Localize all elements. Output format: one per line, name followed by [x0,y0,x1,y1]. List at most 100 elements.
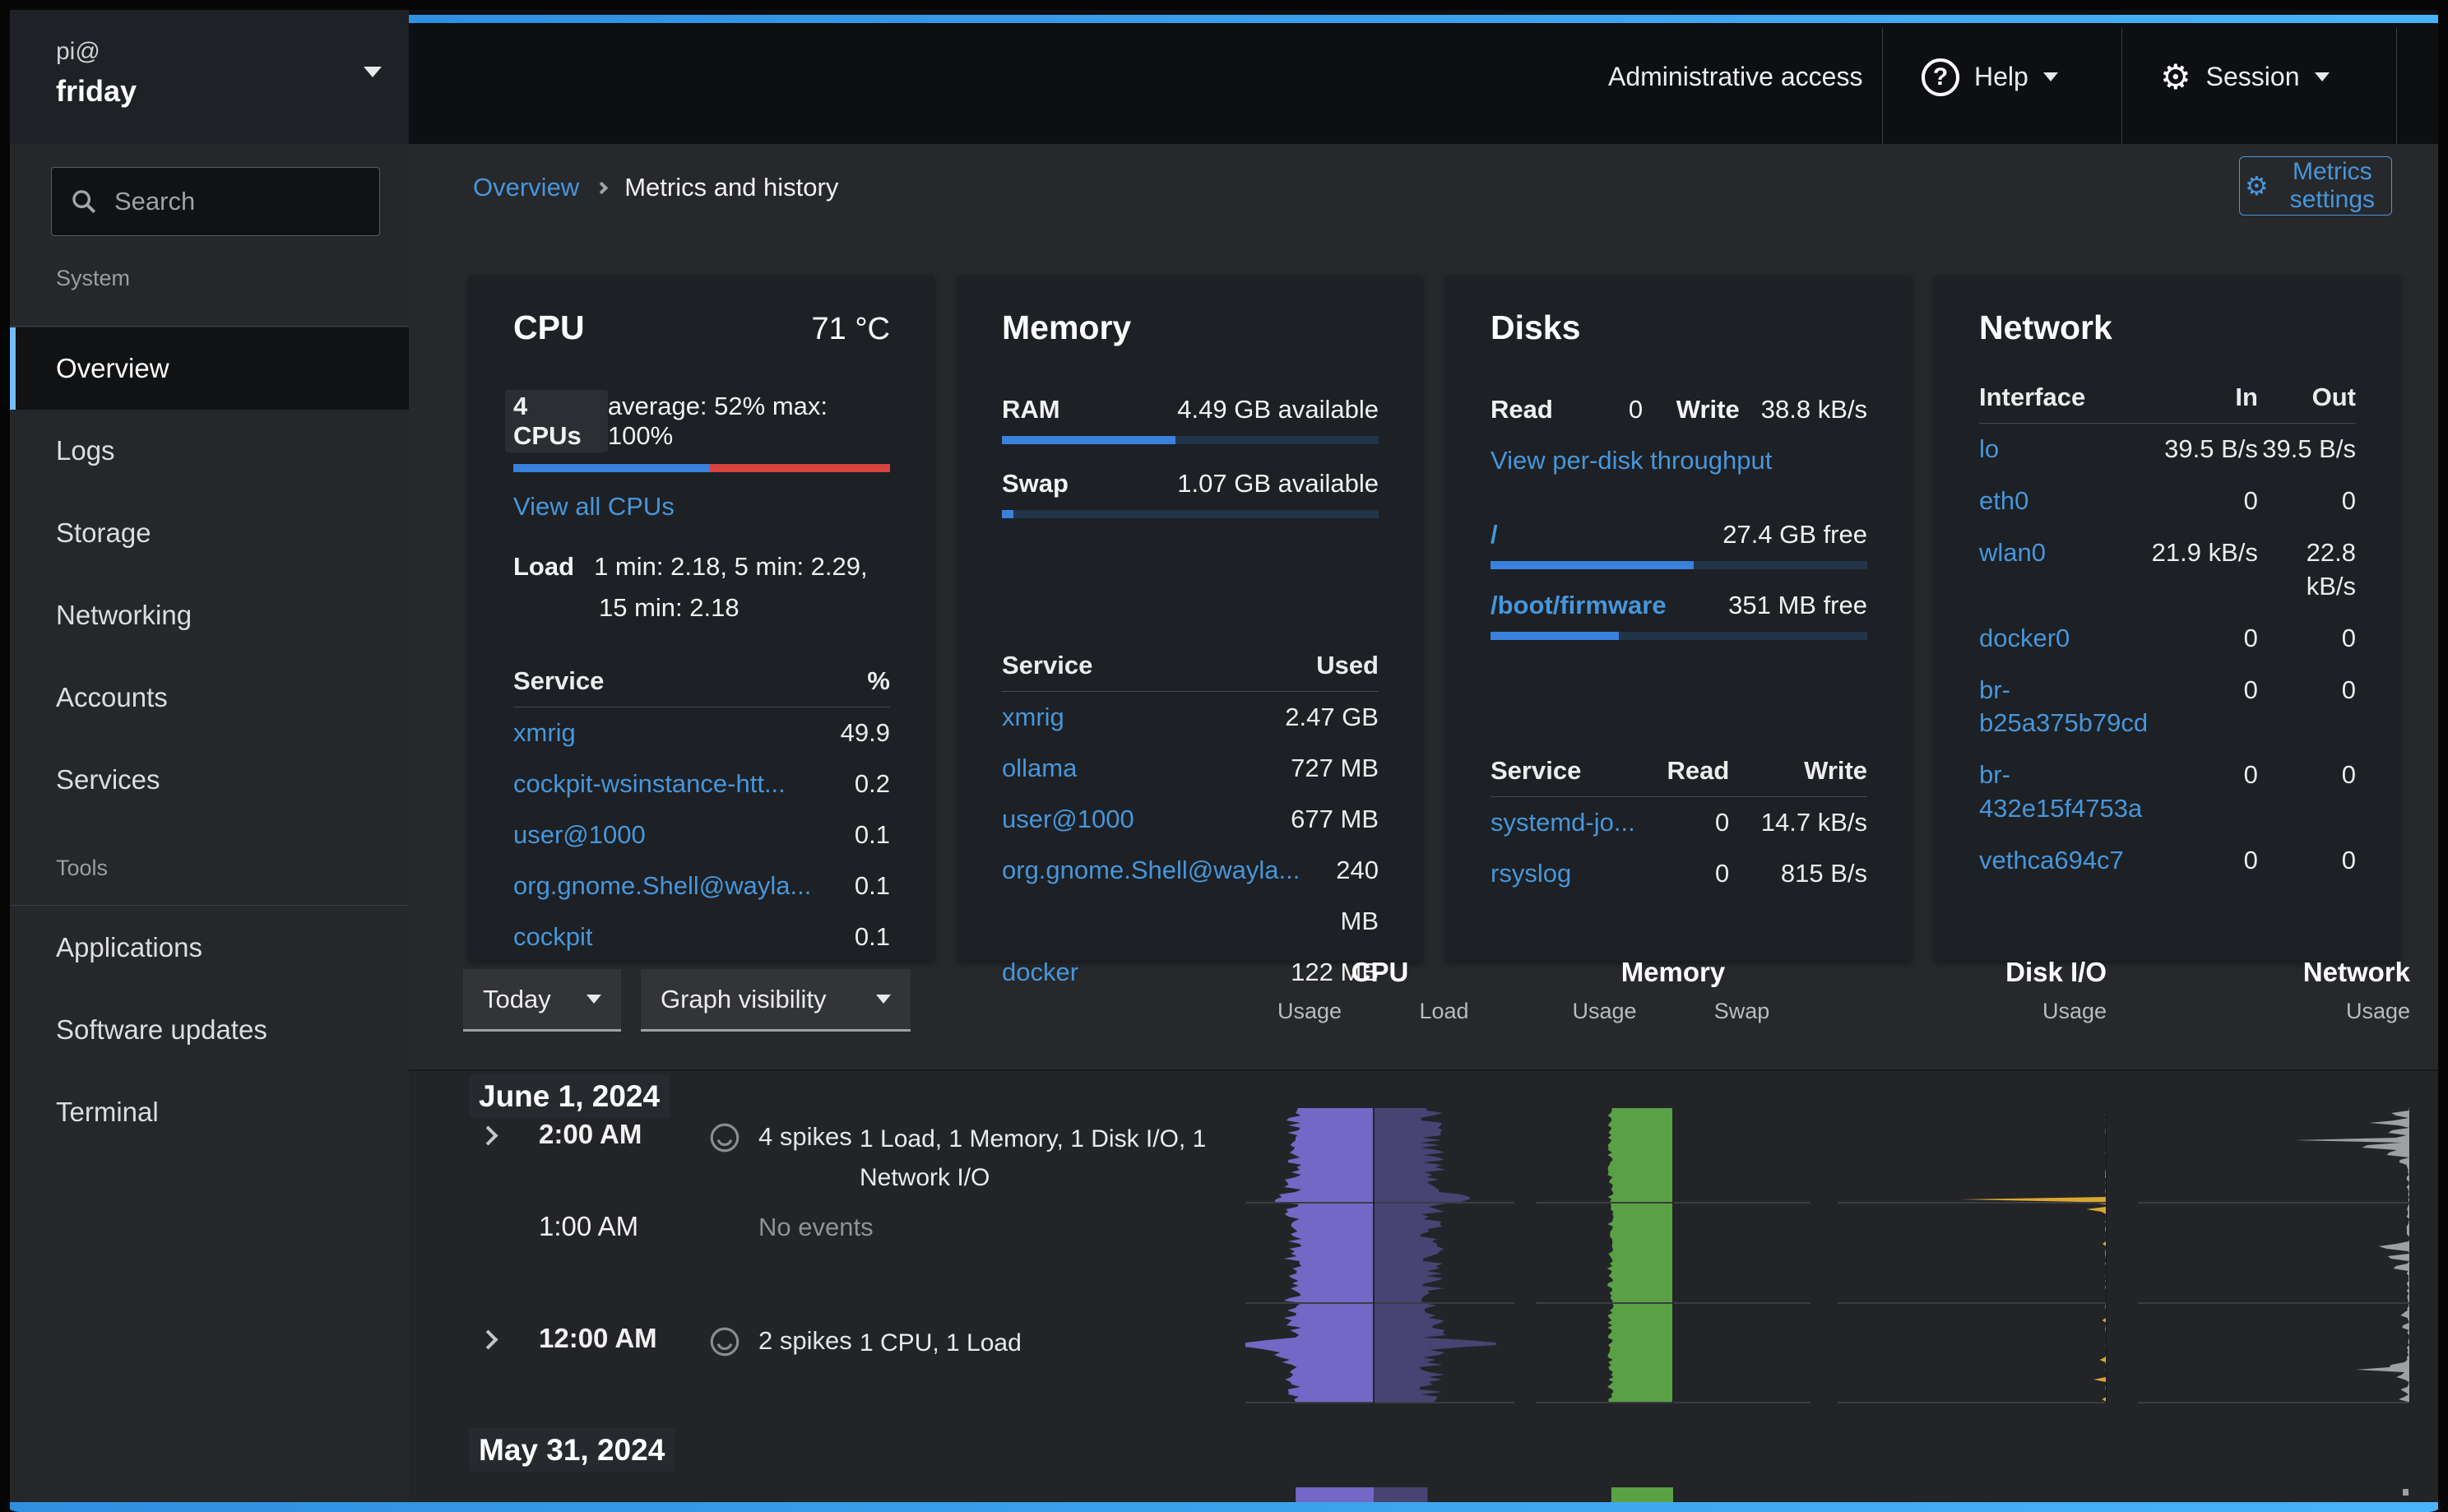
view-all-cpus-link[interactable]: View all CPUs [513,492,675,522]
cpu-service-table: Service% xmrig49.9 cockpit-wsinstance-ht… [513,656,890,962]
sidebar-item-logs[interactable]: Logs [10,410,409,492]
help-icon: ? [1922,58,1959,96]
event-time: 12:00 AM [539,1323,657,1354]
event-description: 1 CPU, 1 Load [860,1324,1226,1363]
memory-card: Memory RAM 4.49 GB available Swap 1.07 G… [957,276,1423,961]
cards-row: CPU 71 °C 4 CPUs average: 52% max: 100% … [469,276,2400,961]
table-row: rsyslog0815 B/s [1491,848,1867,899]
session-menu[interactable]: ⚙ Session [2160,10,2330,144]
service-link[interactable]: org.gnome.Shell@wayla... [1002,845,1300,896]
chevron-down-icon [876,995,891,1004]
event-badge: No events [758,1213,874,1242]
service-link[interactable]: cockpit [513,911,855,962]
per-disk-throughput-link[interactable]: View per-disk throughput [1491,446,1772,475]
sidebar-item-software-updates[interactable]: Software updates [10,989,409,1071]
graph-visibility-select[interactable]: Graph visibility [641,969,911,1032]
interface-link[interactable]: br-b25a375b79cd [1979,674,2149,741]
disks-service-table: ServiceReadWrite systemd-jo...014.7 kB/s… [1491,745,1867,899]
help-label: Help [1974,62,2028,92]
table-row: wlan021.9 kB/s22.8 kB/s [1979,527,2356,613]
expand-toggle[interactable] [481,1333,495,1351]
mount-root-link[interactable]: / [1491,520,1498,550]
breadcrumb: Overview Metrics and history [473,173,838,202]
table-row: systemd-jo...014.7 kB/s [1491,797,1867,848]
sidebar-item-storage[interactable]: Storage [10,492,409,574]
swap-label: Swap [1002,469,1069,499]
service-link[interactable]: xmrig [1002,692,1285,743]
column-sub-network-usage: Usage [2138,999,2410,1024]
column-sub-cpu-usage: Usage [1245,999,1374,1024]
metrics-settings-button[interactable]: ⚙ Metrics settings [2239,156,2392,216]
graph-mem-prev-day [1536,1487,1810,1502]
sidebar-item-services[interactable]: Services [10,739,409,821]
mount-boot-link[interactable]: /boot/firmware [1491,591,1667,620]
service-link[interactable]: rsyslog [1491,848,1644,899]
service-link[interactable]: xmrig [513,707,841,758]
search-box [51,167,380,236]
interface-link[interactable]: wlan0 [1979,536,2149,570]
gear-icon: ⚙ [2160,60,2191,95]
interface-link[interactable]: vethca694c7 [1979,844,2149,878]
disks-card: Disks Read 0 Write 38.8 kB/s View per-di… [1446,276,1912,961]
interface-link[interactable]: br-432e15f4753a [1979,758,2149,826]
admin-access-button[interactable]: Administrative access [1608,10,1862,144]
chevron-down-icon [2315,72,2330,81]
swap-usage-bar [1002,510,1379,518]
chevron-down-icon [586,995,601,1004]
sidebar-item-applications[interactable]: Applications [10,907,409,989]
service-link[interactable]: cockpit-wsinstance-htt... [513,758,855,809]
chevron-right-icon [596,181,609,194]
service-link[interactable]: org.gnome.Shell@wayla... [513,860,855,911]
column-sub-memory-swap: Swap [1673,999,1810,1024]
table-row: lo39.5 B/s39.5 B/s [1979,424,2356,475]
graph-net[interactable] [2138,1108,2410,1403]
graph-cpu[interactable] [1245,1108,1514,1403]
expand-toggle[interactable] [481,1129,495,1147]
service-link[interactable]: systemd-jo... [1491,797,1644,848]
window-accent-bottom [0,1502,2448,1512]
memory-service-table: ServiceUsed xmrig2.47 GB ollama727 MB us… [1002,640,1379,998]
graph-disk[interactable] [1838,1108,2107,1403]
masthead-accent-bar [409,15,2438,23]
time-range-select[interactable]: Today [463,969,621,1032]
table-row: cockpit-wsinstance-htt...0.2 [513,758,890,809]
breadcrumb-overview-link[interactable]: Overview [473,173,579,202]
graph-net-prev-day [2138,1487,2410,1502]
column-sub-memory-usage: Usage [1536,999,1673,1024]
ram-label: RAM [1002,395,1060,424]
graph-cpu-prev-day [1245,1487,1514,1502]
table-row: org.gnome.Shell@wayla...240 MB [1002,845,1379,947]
table-row: cockpit0.1 [513,911,890,962]
event-description: 1 Load, 1 Memory, 1 Disk I/O, 1 Network … [860,1120,1226,1197]
service-link[interactable]: user@1000 [513,809,855,860]
interface-link[interactable]: docker0 [1979,622,2149,656]
interface-link[interactable]: eth0 [1979,485,2149,518]
table-row: docker000 [1979,613,2356,665]
gauge-icon [707,1120,742,1155]
search-input[interactable] [113,186,359,217]
graph-mem[interactable] [1536,1108,1810,1403]
graph-disk-prev-day [1838,1487,2107,1502]
boot-usage-bar [1491,632,1867,640]
service-link[interactable]: user@1000 [1002,794,1291,845]
help-menu[interactable]: ? Help [1922,10,2058,144]
window-frame [0,0,2448,10]
service-link[interactable]: ollama [1002,743,1291,794]
host-switcher[interactable]: pi@ friday [10,10,409,144]
sidebar-item-terminal[interactable]: Terminal [10,1071,409,1153]
table-row: org.gnome.Shell@wayla...0.1 [513,860,890,911]
sidebar-item-accounts[interactable]: Accounts [10,656,409,739]
column-header-memory: Memory [1536,957,1810,988]
sidebar-item-networking[interactable]: Networking [10,574,409,656]
event-badge: 4 spikes [758,1122,852,1152]
chevron-down-icon [364,77,382,92]
table-row: user@1000677 MB [1002,794,1379,845]
interface-link[interactable]: lo [1979,433,2149,466]
sidebar-item-overview[interactable]: Overview [10,327,409,410]
divider [10,905,409,906]
nav-section-tools: Tools [56,856,108,881]
masthead-separator [2121,28,2122,146]
network-card: Network InterfaceInOut lo39.5 B/s39.5 B/… [1935,276,2400,961]
cpu-load: Load1 min: 2.18, 5 min: 2.29, 15 min: 2.… [513,546,890,628]
table-row: eth000 [1979,475,2356,527]
